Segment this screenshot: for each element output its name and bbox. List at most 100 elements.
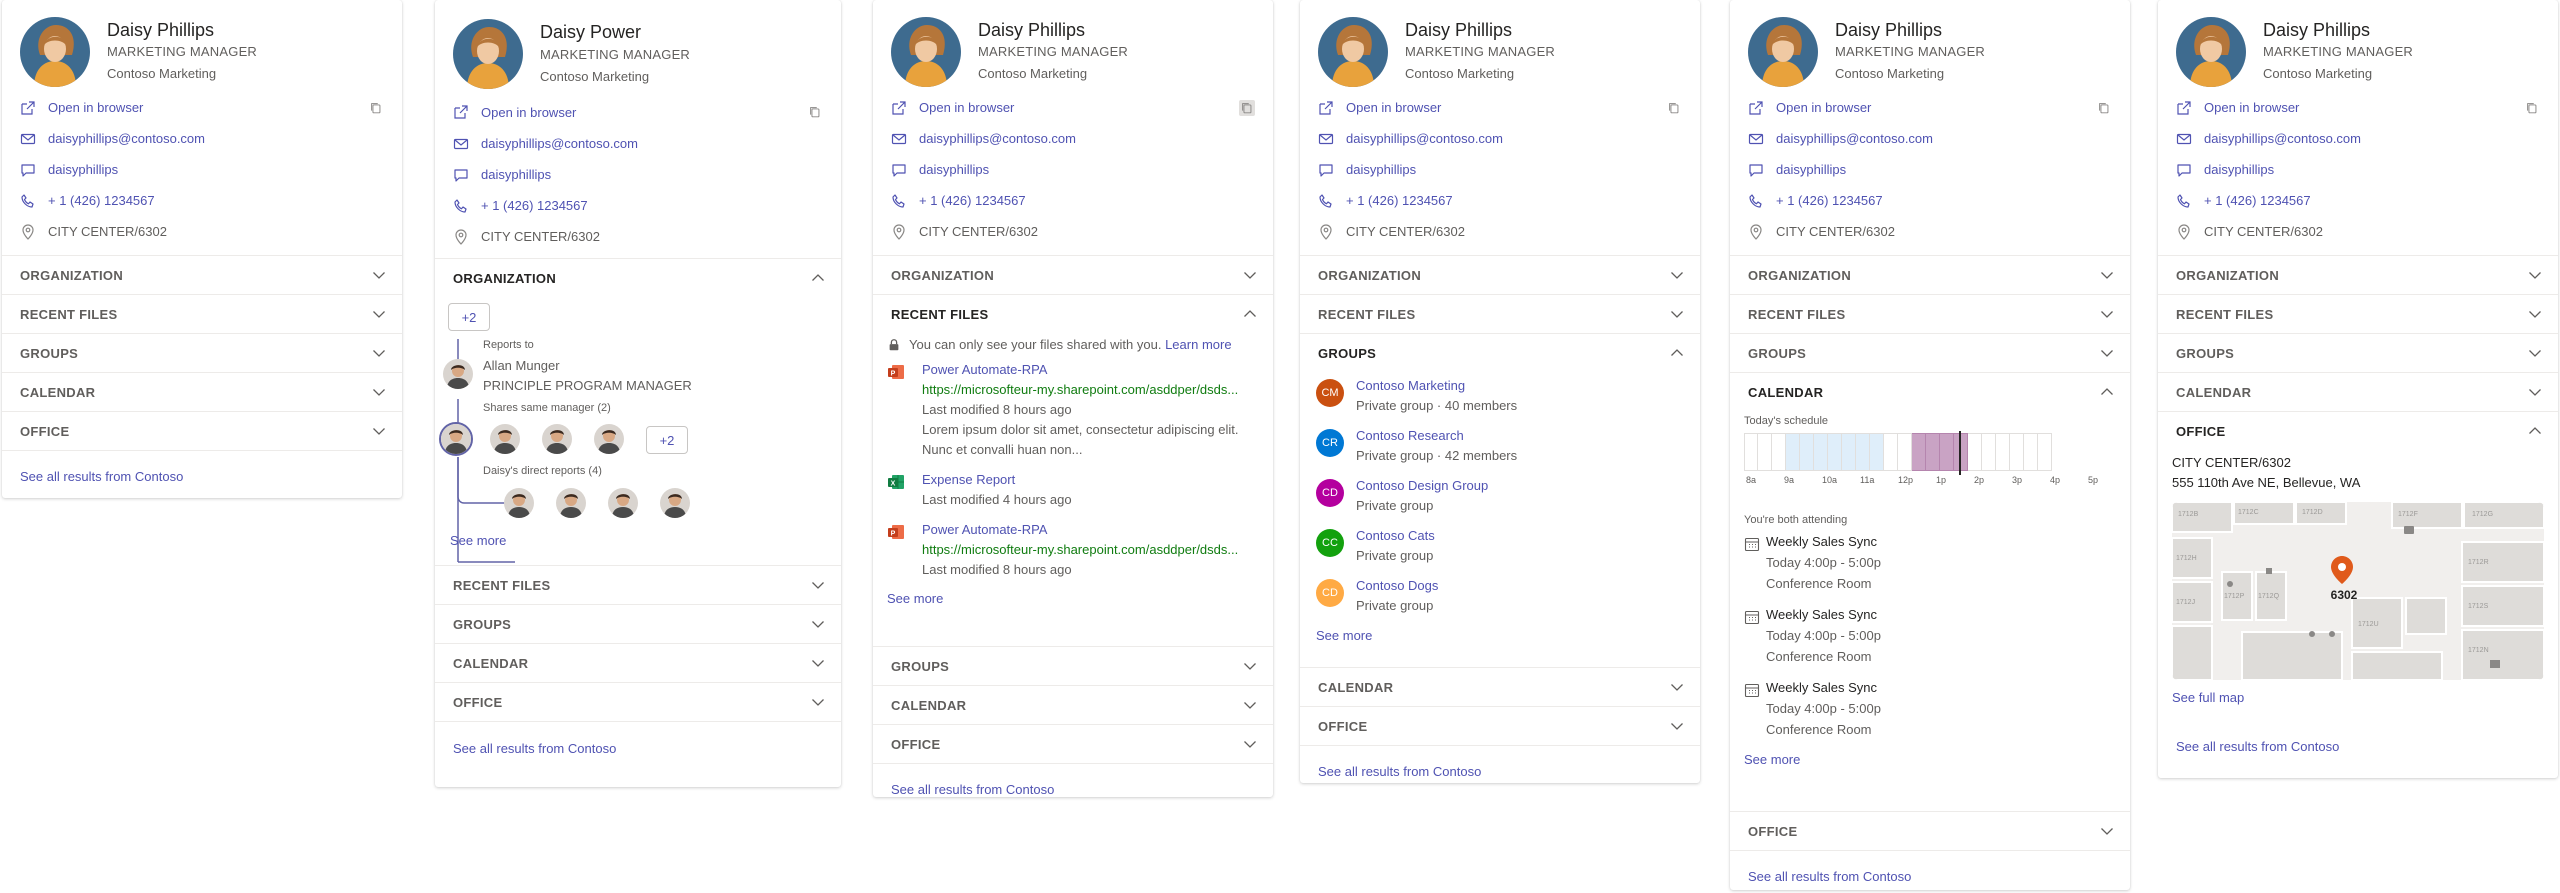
see-more-link[interactable]: See more	[887, 591, 943, 606]
copy-icon[interactable]	[1239, 100, 1255, 116]
section-calendar[interactable]: CALENDAR	[873, 685, 1273, 724]
chat-row[interactable]: daisyphillips	[2158, 154, 2558, 185]
see-more-link[interactable]: See more	[1744, 752, 1800, 767]
open-in-browser-link[interactable]: Open in browser	[1776, 100, 1871, 115]
copy-icon[interactable]	[368, 100, 384, 116]
direct-report-avatar[interactable]	[556, 488, 586, 518]
phone-row[interactable]: + 1 (426) 1234567	[2158, 185, 2558, 216]
phone-link[interactable]: + 1 (426) 1234567	[2204, 193, 2311, 208]
manager-name[interactable]: Allan Munger	[483, 358, 560, 373]
section-organization[interactable]: ORGANIZATION	[2, 255, 402, 294]
section-office[interactable]: OFFICE	[1300, 706, 1700, 745]
section-calendar[interactable]: CALENDAR	[2, 372, 402, 411]
chat-row[interactable]: daisyphillips	[873, 154, 1273, 185]
group-avatar[interactable]: CD	[1316, 579, 1344, 607]
file-name-link[interactable]: Power Automate-RPA	[922, 362, 1047, 377]
section-office[interactable]: OFFICE	[2, 411, 402, 450]
peer-avatar[interactable]	[490, 424, 520, 454]
see-more-link[interactable]: See more	[450, 533, 506, 548]
section-office[interactable]: OFFICE	[435, 682, 841, 721]
section-organization[interactable]: ORGANIZATION	[873, 255, 1273, 294]
section-groups[interactable]: GROUPS	[1730, 333, 2130, 372]
open-in-browser-link[interactable]: Open in browser	[1346, 100, 1441, 115]
open-in-browser-row[interactable]: Open in browser	[435, 96, 841, 128]
section-groups[interactable]: GROUPS	[2158, 333, 2558, 372]
event-name[interactable]: Weekly Sales Sync	[1766, 534, 1877, 549]
file-url-link[interactable]: https://microsofteur-my.sharepoint.com/a…	[922, 382, 1238, 397]
phone-row[interactable]: + 1 (426) 1234567	[1300, 185, 1700, 216]
group-name-link[interactable]: Contoso Dogs	[1356, 578, 1438, 593]
see-more-link[interactable]: See more	[1316, 628, 1372, 643]
chat-link[interactable]: daisyphillips	[481, 167, 551, 182]
section-calendar[interactable]: CALENDAR	[435, 643, 841, 682]
email-link[interactable]: daisyphillips@contoso.com	[1346, 131, 1503, 146]
email-link[interactable]: daisyphillips@contoso.com	[48, 131, 205, 146]
open-in-browser-link[interactable]: Open in browser	[2204, 100, 2299, 115]
section-calendar[interactable]: CALENDAR	[1730, 372, 2130, 411]
section-recent-files[interactable]: RECENT FILES	[1300, 294, 1700, 333]
event-name[interactable]: Weekly Sales Sync	[1766, 680, 1877, 695]
email-link[interactable]: daisyphillips@contoso.com	[919, 131, 1076, 146]
open-in-browser-row[interactable]: Open in browser	[1730, 92, 2130, 123]
email-row[interactable]: daisyphillips@contoso.com	[435, 128, 841, 159]
section-organization[interactable]: ORGANIZATION	[435, 258, 841, 297]
phone-row[interactable]: + 1 (426) 1234567	[873, 185, 1273, 216]
section-office[interactable]: OFFICE	[1730, 811, 2130, 850]
email-link[interactable]: daisyphillips@contoso.com	[2204, 131, 2361, 146]
email-row[interactable]: daisyphillips@contoso.com	[1730, 123, 2130, 154]
section-calendar[interactable]: CALENDAR	[1300, 667, 1700, 706]
section-organization[interactable]: ORGANIZATION	[2158, 255, 2558, 294]
email-row[interactable]: daisyphillips@contoso.com	[873, 123, 1273, 154]
section-office[interactable]: OFFICE	[873, 724, 1273, 763]
event-name[interactable]: Weekly Sales Sync	[1766, 607, 1877, 622]
file-name-link[interactable]: Expense Report	[922, 472, 1015, 487]
section-organization[interactable]: ORGANIZATION	[1730, 255, 2130, 294]
section-organization[interactable]: ORGANIZATION	[1300, 255, 1700, 294]
group-avatar[interactable]: CR	[1316, 429, 1344, 457]
section-groups[interactable]: GROUPS	[873, 646, 1273, 685]
section-recent-files[interactable]: RECENT FILES	[2, 294, 402, 333]
email-row[interactable]: daisyphillips@contoso.com	[2158, 123, 2558, 154]
open-in-browser-link[interactable]: Open in browser	[48, 100, 143, 115]
phone-link[interactable]: + 1 (426) 1234567	[481, 198, 588, 213]
section-recent-files[interactable]: RECENT FILES	[873, 294, 1273, 333]
file-name-link[interactable]: Power Automate-RPA	[922, 522, 1047, 537]
section-recent-files[interactable]: RECENT FILES	[2158, 294, 2558, 333]
chat-link[interactable]: daisyphillips	[1346, 162, 1416, 177]
office-map[interactable]: 1712B 1712C 1712D 1712F 1712G 1712H 1712…	[2172, 502, 2544, 680]
section-groups[interactable]: GROUPS	[2, 333, 402, 372]
open-in-browser-row[interactable]: Open in browser	[873, 92, 1273, 123]
open-in-browser-link[interactable]: Open in browser	[481, 105, 576, 120]
peer-avatar[interactable]	[542, 424, 572, 454]
open-in-browser-row[interactable]: Open in browser	[1300, 92, 1700, 123]
chat-row[interactable]: daisyphillips	[1300, 154, 1700, 185]
chat-link[interactable]: daisyphillips	[1776, 162, 1846, 177]
see-all-results-link[interactable]: See all results from Contoso	[1748, 869, 1911, 884]
file-url-link[interactable]: https://microsofteur-my.sharepoint.com/a…	[922, 542, 1238, 557]
section-groups[interactable]: GROUPS	[435, 604, 841, 643]
direct-report-avatar[interactable]	[660, 488, 690, 518]
chat-row[interactable]: daisyphillips	[435, 159, 841, 190]
chat-link[interactable]: daisyphillips	[2204, 162, 2274, 177]
open-in-browser-row[interactable]: Open in browser	[2, 92, 402, 123]
manager-avatar[interactable]	[443, 359, 473, 389]
group-name-link[interactable]: Contoso Marketing	[1356, 378, 1465, 393]
copy-icon[interactable]	[2096, 100, 2112, 116]
section-calendar[interactable]: CALENDAR	[2158, 372, 2558, 411]
section-recent-files[interactable]: RECENT FILES	[1730, 294, 2130, 333]
group-avatar[interactable]: CD	[1316, 479, 1344, 507]
direct-report-avatar[interactable]	[504, 488, 534, 518]
open-in-browser-row[interactable]: Open in browser	[2158, 92, 2558, 123]
section-groups[interactable]: GROUPS	[1300, 333, 1700, 372]
open-in-browser-link[interactable]: Open in browser	[919, 100, 1014, 115]
phone-row[interactable]: + 1 (426) 1234567	[1730, 185, 2130, 216]
email-row[interactable]: daisyphillips@contoso.com	[2, 123, 402, 154]
chat-row[interactable]: daisyphillips	[1730, 154, 2130, 185]
peer-avatar[interactable]	[594, 424, 624, 454]
phone-link[interactable]: + 1 (426) 1234567	[919, 193, 1026, 208]
group-name-link[interactable]: Contoso Cats	[1356, 528, 1435, 543]
copy-icon[interactable]	[807, 104, 823, 120]
phone-row[interactable]: + 1 (426) 1234567	[435, 190, 841, 221]
see-all-results-link[interactable]: See all results from Contoso	[20, 469, 183, 484]
group-name-link[interactable]: Contoso Research	[1356, 428, 1464, 443]
